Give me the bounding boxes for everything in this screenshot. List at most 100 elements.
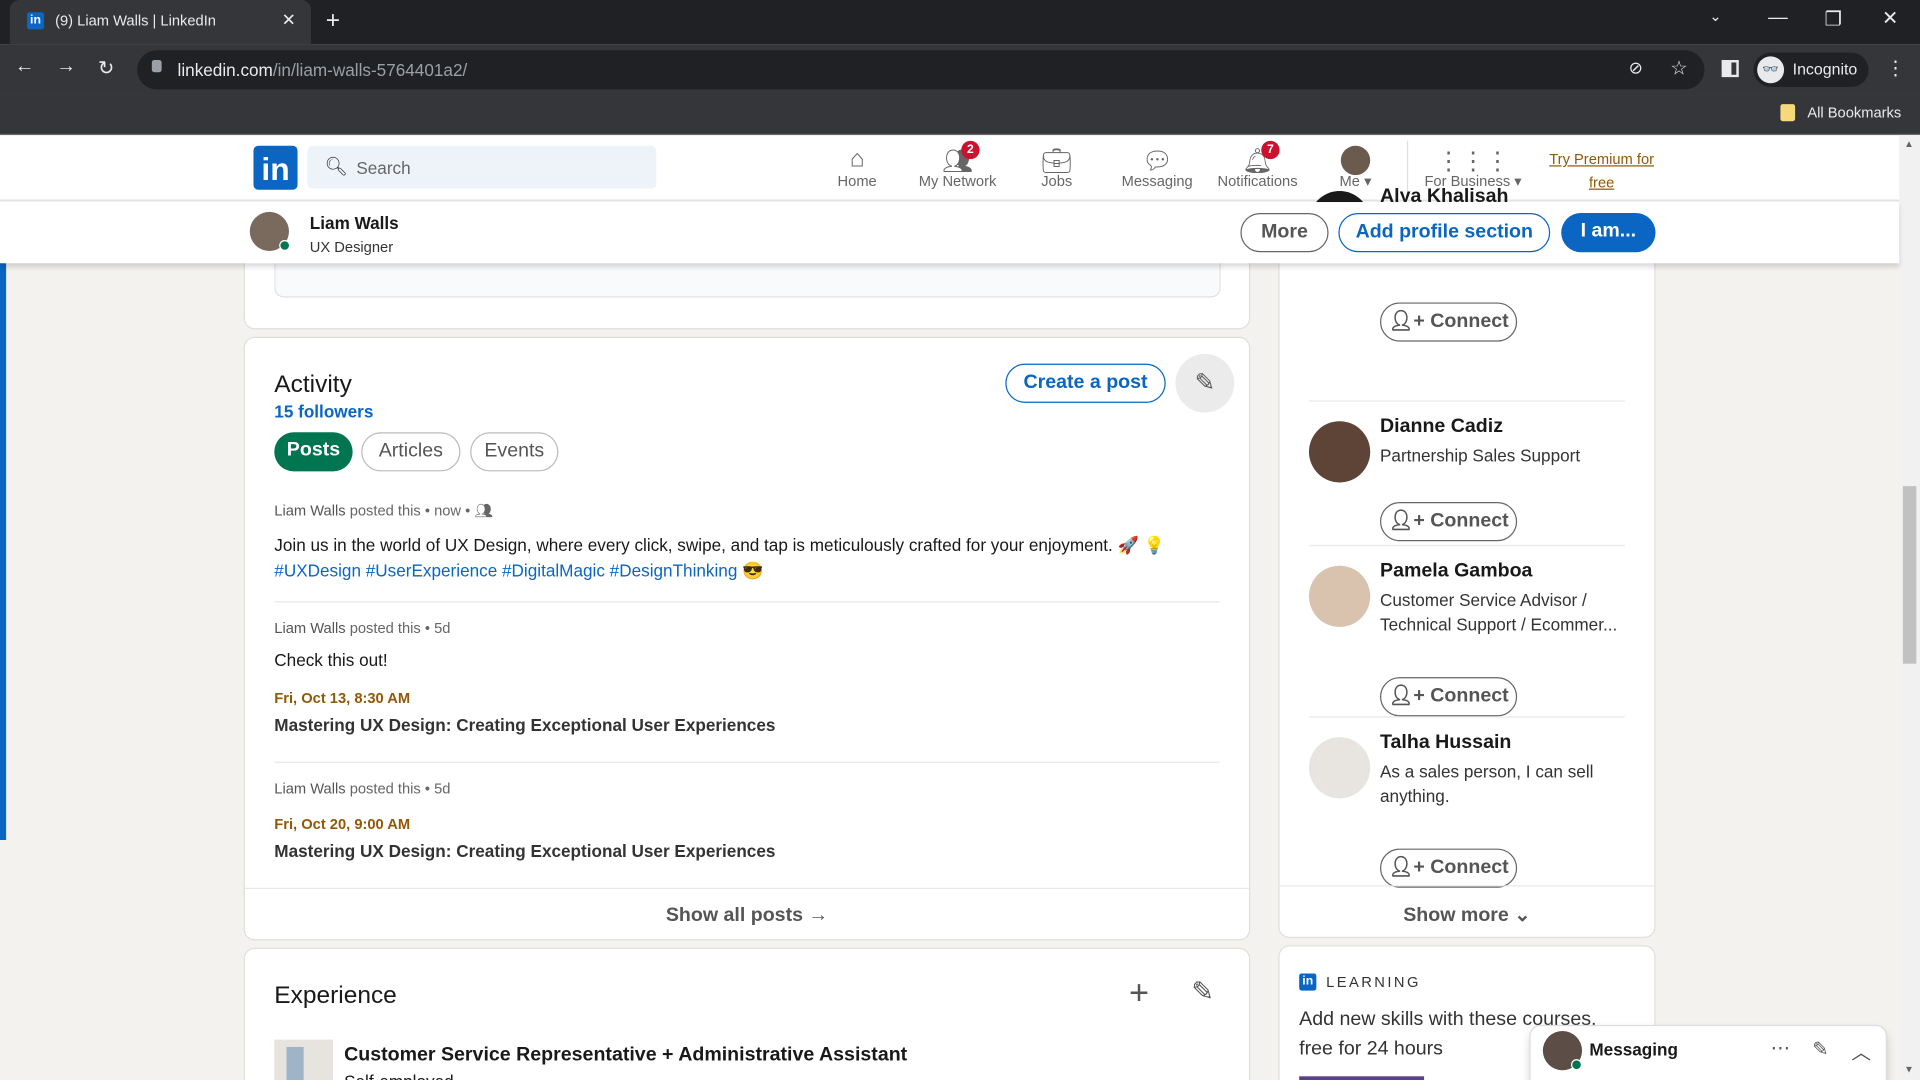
add-person-icon: 👤︎+ [1388,857,1425,878]
post-text[interactable]: Check this out! [274,650,387,670]
chat-icon: 💬︎ [1141,148,1173,176]
followers-link[interactable]: 15 followers [274,402,373,422]
event-title[interactable]: Mastering UX Design: Creating Exceptiona… [274,715,775,735]
filter-events[interactable]: Events [470,432,559,472]
nav-label: My Network [918,172,997,190]
person-avatar[interactable] [1308,737,1371,799]
add-experience-icon[interactable]: + [1129,973,1149,1012]
person-avatar[interactable] [1308,421,1371,483]
nav-my-network[interactable]: 👥︎ 2 My Network [909,136,1007,201]
person-name[interactable]: Dianne Cadiz [1380,416,1503,438]
connect-button[interactable]: 👤︎+ Connect [1380,677,1518,717]
nav-jobs[interactable]: 💼︎ Jobs [1008,136,1106,201]
compose-icon[interactable]: ✎ [1812,1037,1828,1061]
page-scrollbar[interactable]: ▲ ▼ [1899,135,1920,1080]
browser-menu-icon[interactable]: ⋮ [1886,56,1906,80]
post-author[interactable]: Liam Walls [274,502,345,519]
connect-button[interactable]: 👤︎+ Connect [1380,302,1518,342]
messaging-label: Messaging [1589,1039,1678,1060]
address-bar[interactable]: linkedin.com/in/liam-walls-5764401a2/ ⊘ … [137,50,1705,90]
browser-tab[interactable]: in (9) Liam Walls | LinkedIn ✕ [9,0,312,45]
forward-icon[interactable]: → [56,56,76,78]
add-person-icon: 👤︎+ [1388,311,1425,332]
nav-label: Me [1339,172,1360,190]
post-author[interactable]: Liam Walls [274,780,345,797]
connections-visibility-icon: 👥︎ [474,502,494,520]
post-hashtags[interactable]: #UXDesign #UserExperience #DigitalMagic … [274,561,737,581]
post-meta: Liam Walls posted this • now • 👥︎ [274,502,493,519]
experience-item-title[interactable]: Customer Service Representative + Admini… [344,1044,907,1066]
filter-articles[interactable]: Articles [361,432,461,472]
person-divider [1308,544,1625,547]
event-date: Fri, Oct 13, 8:30 AM [274,689,411,707]
messaging-widget[interactable]: Messaging ⋯ ✎ ︿ [1530,1026,1886,1080]
scroll-down-arrow[interactable]: ▼ [1904,1064,1914,1075]
post-time: posted this • now • [349,502,471,520]
person-avatar[interactable] [1308,565,1371,627]
activity-card: Activity 15 followers Create a post ✎ Po… [244,337,1249,940]
network-badge: 2 [961,140,980,160]
close-tab-icon[interactable]: ✕ [282,10,296,31]
star-icon[interactable]: ☆ [1670,56,1688,80]
sticky-profile-bar: Liam Walls UX Designer More Add profile … [0,202,1900,264]
nav-messaging[interactable]: 💬︎ Messaging [1108,136,1206,201]
notifications-badge: 7 [1261,140,1280,160]
new-tab-icon[interactable]: + [326,7,340,35]
chevron-down-icon: ⌄ [1514,904,1531,926]
chevron-up-icon[interactable]: ︿ [1851,1036,1871,1065]
person-divider [1308,716,1625,718]
minimize-icon[interactable]: — [1768,7,1788,29]
nav-home[interactable]: ⌂ Home [808,136,906,201]
tab-search-icon[interactable]: ⌄ [1709,7,1721,24]
profile-label: Incognito [1792,60,1858,79]
person-divider [1308,400,1625,402]
i-am-button[interactable]: I am... [1561,213,1656,253]
post-author[interactable]: Liam Walls [274,620,345,637]
lock-icon [151,60,162,73]
restore-icon[interactable]: ❐ [1824,7,1842,31]
close-window-icon[interactable]: ✕ [1882,6,1898,30]
scrollbar-thumb[interactable] [1902,486,1917,664]
edit-experience-icon[interactable]: ✎ [1191,976,1214,1008]
side-panel-icon[interactable] [1721,60,1739,78]
person-headline: As a sales person, I can sell anything. [1380,761,1594,806]
more-button[interactable]: More [1240,213,1329,253]
person-name[interactable]: Talha Hussain [1380,732,1511,754]
post-text[interactable]: Join us in the world of UX Design, where… [274,533,1205,584]
event-title[interactable]: Mastering UX Design: Creating Exceptiona… [274,841,775,861]
connect-label: Connect [1430,685,1509,707]
search-input[interactable]: 🔍︎ Search [307,145,657,189]
try-premium-link[interactable]: Try Premium for free [1540,148,1662,195]
person-name[interactable]: Pamela Gamboa [1380,561,1532,583]
back-icon[interactable]: ← [15,56,35,78]
all-bookmarks[interactable]: All Bookmarks [1807,104,1901,121]
create-post-button[interactable]: Create a post [1005,363,1166,403]
event-date: Fri, Oct 20, 9:00 AM [274,815,411,833]
show-all-posts-link[interactable]: Show all posts → [245,905,1249,927]
eye-off-icon[interactable]: ⊘ [1629,58,1643,79]
post-divider [274,761,1220,763]
linkedin-learning-icon: in [1299,973,1317,991]
bookmarks-bar [0,95,1920,135]
activity-title: Activity [274,371,352,398]
incognito-profile[interactable]: 👓 Incognito [1753,52,1869,87]
online-status-dot [1571,1059,1583,1071]
left-accent-bar [0,241,7,841]
url-path: /in/liam-walls-5764401a2/ [272,60,468,80]
company-logo [274,1039,334,1080]
add-profile-section-button[interactable]: Add profile section [1338,213,1551,253]
briefcase-icon: 💼︎ [1041,148,1073,176]
filter-posts[interactable]: Posts [274,432,353,472]
edit-activity-button[interactable]: ✎ [1175,353,1235,413]
linkedin-logo[interactable]: in [253,145,298,190]
show-more-button[interactable]: Show more ⌄ [1280,902,1655,926]
reload-icon[interactable]: ↻ [98,56,114,80]
scroll-up-arrow[interactable]: ▲ [1904,138,1914,149]
experience-item-company: Self-employed [344,1071,454,1080]
profile-headline: UX Designer [309,238,394,256]
nav-notifications[interactable]: 🔔︎ 7 Notifications [1209,136,1307,201]
connect-button[interactable]: 👤︎+ Connect [1380,502,1518,542]
connect-button[interactable]: 👤︎+ Connect [1380,848,1518,888]
course-thumbnail[interactable] [1299,1076,1425,1080]
more-options-icon[interactable]: ⋯ [1771,1036,1791,1060]
